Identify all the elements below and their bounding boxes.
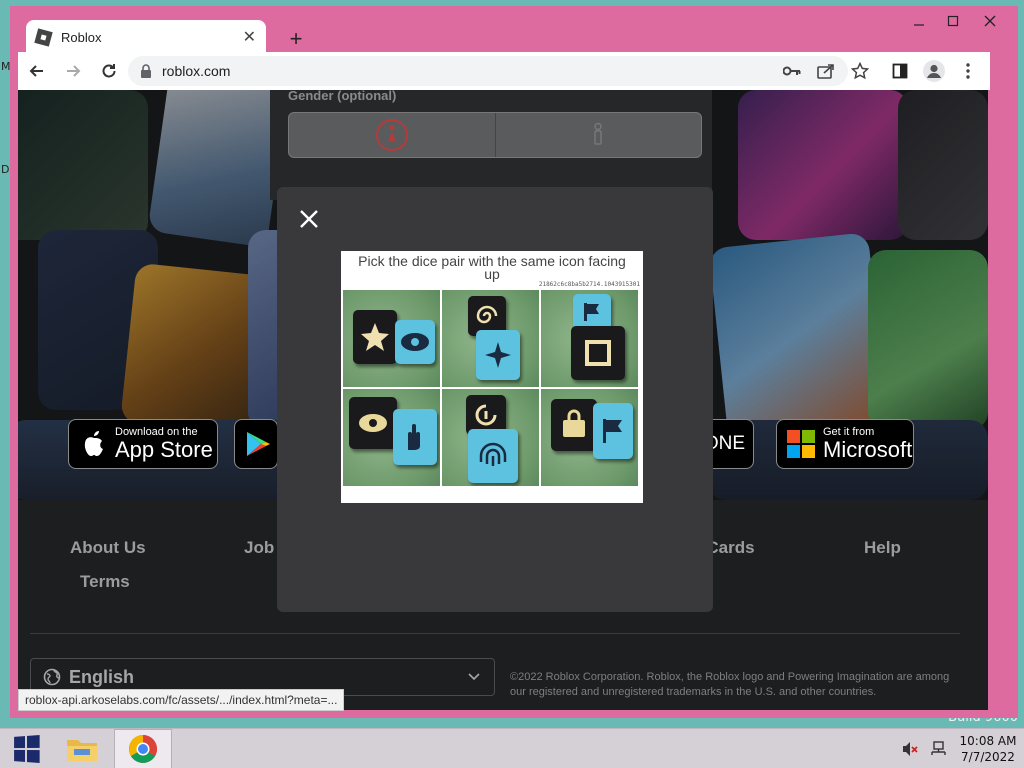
plane-icon <box>485 342 511 368</box>
close-window-button[interactable] <box>970 8 1010 34</box>
back-arrow-icon <box>29 65 43 77</box>
gender-male-button[interactable] <box>494 113 702 157</box>
tab-close-icon[interactable]: ✕ <box>243 27 256 47</box>
reload-button[interactable] <box>92 56 126 86</box>
file-explorer-button[interactable] <box>56 729 108 768</box>
die-black <box>551 399 597 451</box>
square-icon <box>585 340 611 366</box>
tab-roblox[interactable]: Roblox ✕ <box>26 20 266 54</box>
legal-text: ©2022 Roblox Corporation. Roblox, the Ro… <box>510 671 950 698</box>
chrome-icon <box>129 735 157 763</box>
globe-icon <box>43 668 61 686</box>
captcha-session-id: 21862c6c8ba5b2714.1043915301 <box>538 281 640 288</box>
window-controls <box>902 8 1010 34</box>
die-black <box>353 310 397 364</box>
system-tray: 10:08 AM 7/7/2022 <box>896 729 1024 768</box>
die-blue <box>468 429 518 483</box>
spiral-icon <box>476 305 498 324</box>
share-icon[interactable] <box>812 57 840 85</box>
close-icon[interactable] <box>297 207 321 231</box>
gender-selector <box>288 112 702 158</box>
new-tab-button[interactable]: + <box>282 26 310 52</box>
die-blue <box>393 409 437 465</box>
footer-link-terms[interactable]: Terms <box>80 572 130 592</box>
toolbar-actions <box>778 52 982 90</box>
flag-icon <box>603 419 622 443</box>
captcha-option-5[interactable] <box>442 389 539 486</box>
link-status-bubble: roblox-api.arkoselabs.com/fc/assets/.../… <box>18 689 345 711</box>
address-bar[interactable]: roblox.com <box>128 56 848 86</box>
eye-icon <box>359 414 387 432</box>
forward-arrow-icon <box>67 65 81 77</box>
microsoft-store-badge[interactable]: Get it from Microsoft <box>776 419 914 469</box>
captcha-instruction: Pick the dice pair with the same icon fa… <box>358 253 626 282</box>
die-blue <box>573 294 611 330</box>
app-store-badge[interactable]: Download on the App Store <box>68 419 218 469</box>
captcha-option-2[interactable] <box>442 290 539 387</box>
volume-muted-icon[interactable] <box>896 735 924 763</box>
windows-logo-icon <box>14 735 40 763</box>
app-store-big-text: App Store <box>115 437 213 462</box>
lock-icon <box>141 64 151 78</box>
footer-divider <box>30 633 960 634</box>
footer-link-about[interactable]: About Us <box>70 538 146 558</box>
apple-icon <box>84 431 103 456</box>
captcha-option-1[interactable] <box>343 290 440 387</box>
desktop-edge-text: D <box>1 163 10 176</box>
die-black <box>571 326 625 380</box>
captcha-option-4[interactable] <box>343 389 440 486</box>
reload-icon <box>102 64 116 78</box>
tab-title: Roblox <box>61 29 102 45</box>
roblox-icon <box>34 27 53 47</box>
fingerprint-icon <box>479 442 507 466</box>
captcha-option-6[interactable] <box>541 389 638 486</box>
google-play-badge[interactable] <box>234 419 278 469</box>
start-button[interactable] <box>0 729 52 768</box>
chevron-down-icon <box>468 673 480 681</box>
back-button[interactable] <box>20 56 54 86</box>
footer-link-help[interactable]: Help <box>864 538 901 558</box>
swirl-icon <box>475 404 497 426</box>
profile-avatar-icon[interactable] <box>920 57 948 85</box>
chrome-taskbar-button[interactable] <box>114 729 172 768</box>
clock-date: 7/7/2022 <box>961 750 1015 764</box>
die-blue <box>593 403 633 459</box>
url-text: roblox.com <box>162 63 231 79</box>
taskbar-clock[interactable]: 10:08 AM 7/7/2022 <box>952 733 1024 765</box>
die-blue <box>395 320 435 364</box>
gender-label: Gender (optional) <box>288 90 397 103</box>
taskbar: 10:08 AM 7/7/2022 <box>0 728 1024 768</box>
key-icon[interactable] <box>778 57 806 85</box>
footer-link-jobs[interactable]: Job <box>244 538 274 558</box>
female-icon <box>375 119 408 151</box>
minimize-button[interactable] <box>902 8 936 34</box>
captcha-modal: Pick the dice pair with the same icon fa… <box>277 187 713 612</box>
captcha-option-3[interactable] <box>541 290 638 387</box>
bookmark-star-icon[interactable] <box>846 57 874 85</box>
google-play-icon <box>247 432 270 456</box>
die-blue <box>476 330 520 380</box>
bag-icon <box>563 409 585 437</box>
microsoft-logo-icon <box>787 430 815 458</box>
captcha-frame: Pick the dice pair with the same icon fa… <box>341 251 643 503</box>
star-icon <box>361 323 389 351</box>
menu-kebab-icon[interactable] <box>954 57 982 85</box>
side-panel-icon[interactable] <box>886 57 914 85</box>
browser-toolbar: roblox.com <box>18 52 990 90</box>
language-value: English <box>69 666 135 687</box>
clock-time: 10:08 AM <box>959 734 1017 748</box>
eye-icon <box>401 333 429 351</box>
microsoft-big-text: Microsoft <box>823 437 913 462</box>
gender-female-button[interactable] <box>289 113 495 157</box>
maximize-button[interactable] <box>936 8 970 34</box>
captcha-grid <box>343 290 641 488</box>
folder-icon <box>67 740 97 761</box>
hand-icon <box>408 424 420 450</box>
flag-icon <box>584 303 599 321</box>
die-black <box>349 397 397 449</box>
forward-button[interactable] <box>56 56 90 86</box>
network-icon[interactable] <box>924 735 952 763</box>
male-icon <box>594 122 602 145</box>
